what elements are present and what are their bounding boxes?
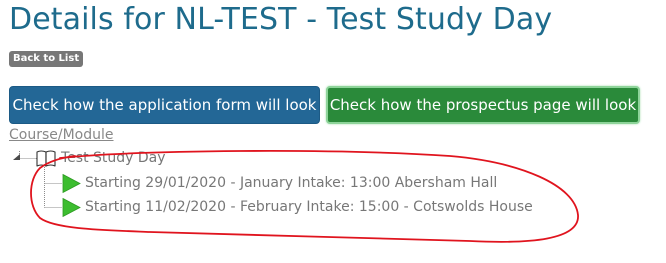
tree-session-item[interactable]: Starting 29/01/2020 - January Intake: 13… — [85, 175, 497, 191]
play-icon — [62, 173, 81, 194]
tree-course-label[interactable]: Test Study Day — [61, 150, 166, 166]
course-tree — [13, 150, 81, 218]
play-icon — [62, 197, 81, 218]
book-icon — [36, 150, 56, 167]
tree-session-item[interactable]: Starting 11/02/2020 - February Intake: 1… — [85, 199, 533, 215]
tree-collapse-icon[interactable] — [13, 154, 20, 160]
